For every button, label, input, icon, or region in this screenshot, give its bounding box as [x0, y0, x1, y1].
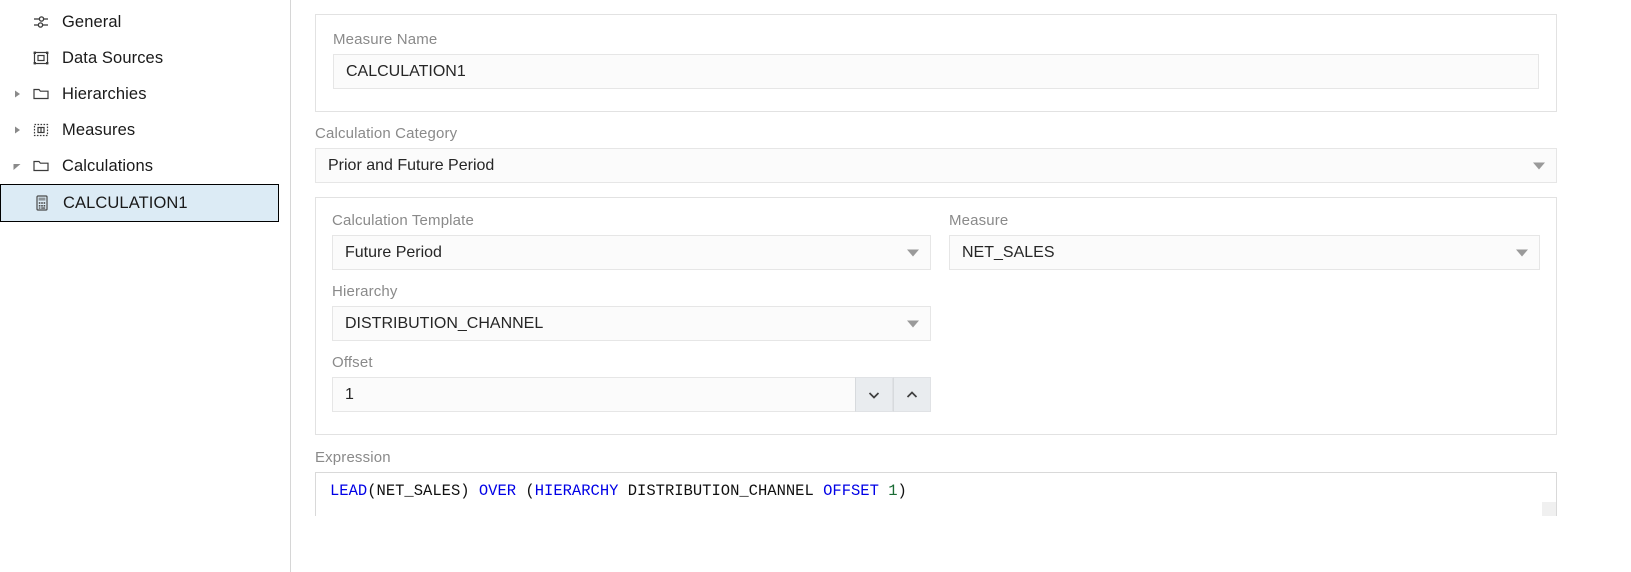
measure-icon [28, 121, 54, 139]
expression-token: HIERARCHY [534, 482, 619, 500]
sliders-icon [28, 13, 54, 31]
hierarchy-value: DISTRIBUTION_CHANNEL [345, 314, 544, 332]
chevron-down-icon [866, 387, 882, 403]
calculator-icon [29, 194, 55, 212]
hierarchy-label: Hierarchy [332, 283, 398, 300]
expression-token: ) [460, 482, 470, 500]
calculation-template-value: Future Period [345, 243, 442, 261]
sidebar-item-label: General [62, 12, 122, 31]
chevron-down-icon[interactable] [6, 161, 28, 171]
offset-label: Offset [332, 354, 373, 371]
template-options-row: Calculation Template Future Period Measu… [332, 212, 1540, 270]
chevron-up-icon [904, 387, 920, 403]
expression-token: ( [525, 482, 535, 500]
chevron-right-icon[interactable] [6, 125, 28, 135]
expression-editor[interactable]: LEAD(NET_SALES) OVER (HIERARCHY DISTRIBU… [315, 472, 1557, 516]
calculation-category-value: Prior and Future Period [328, 156, 495, 174]
sidebar-item-measures[interactable]: Measures [0, 112, 290, 148]
chevron-down-icon[interactable] [907, 320, 919, 327]
template-options-panel: Calculation Template Future Period Measu… [315, 197, 1557, 435]
chevron-right-icon[interactable] [6, 89, 28, 99]
measure-column: Measure NET_SALES [949, 212, 1540, 270]
expression-token: LEAD [330, 482, 368, 500]
sidebar-item-hierarchies[interactable]: Hierarchies [0, 76, 290, 112]
calculation-template-label: Calculation Template [332, 212, 474, 229]
calculation-template-select[interactable]: Future Period [332, 235, 931, 270]
measure-name-panel: Measure Name CALCULATION1 [315, 14, 1557, 112]
folder-icon [28, 85, 54, 103]
measure-value: NET_SALES [962, 243, 1055, 261]
expression-token [814, 482, 823, 500]
expression-token: NET_SALES [376, 482, 461, 500]
sidebar-item-calculations[interactable]: Calculations [0, 148, 290, 184]
expression-label: Expression [315, 449, 391, 466]
datasource-icon [28, 49, 54, 67]
measure-label: Measure [949, 212, 1009, 229]
expression-token: OFFSET [823, 482, 879, 500]
expression-token [516, 482, 525, 500]
folder-icon [28, 157, 54, 175]
expression-token [618, 482, 627, 500]
expression-token [879, 482, 888, 500]
expression-token: ( [367, 482, 377, 500]
chevron-down-icon[interactable] [1533, 162, 1545, 169]
expression-text: LEAD(NET_SALES) OVER (HIERARCHY DISTRIBU… [316, 481, 1556, 501]
offset-column: Offset 1 [332, 354, 1540, 412]
measure-select[interactable]: NET_SALES [949, 235, 1540, 270]
sidebar-item-data-sources[interactable]: Data Sources [0, 40, 290, 76]
expression-token: DISTRIBUTION_CHANNEL [627, 482, 814, 500]
expression-token: 1 [888, 482, 898, 500]
sidebar-item-calculation1[interactable]: CALCULATION1 [0, 184, 279, 222]
sidebar-item-label: CALCULATION1 [63, 193, 188, 212]
sidebar-item-general[interactable]: General [0, 4, 290, 40]
expression-token [470, 482, 479, 500]
measure-name-label: Measure Name [333, 31, 438, 48]
measure-name-input[interactable]: CALCULATION1 [333, 54, 1539, 89]
hierarchy-column: Hierarchy DISTRIBUTION_CHANNEL [332, 283, 931, 341]
chevron-down-icon[interactable] [1516, 249, 1528, 256]
hierarchy-select[interactable]: DISTRIBUTION_CHANNEL [332, 306, 931, 341]
sidebar-item-label: Hierarchies [62, 84, 147, 103]
offset-increment-button[interactable] [893, 377, 931, 412]
chevron-down-icon[interactable] [907, 249, 919, 256]
expression-token: OVER [478, 482, 517, 500]
calculation-category-label: Calculation Category [315, 125, 458, 142]
offset-decrement-button[interactable] [855, 377, 893, 412]
sidebar-item-label: Data Sources [62, 48, 164, 67]
calculation-editor: General Data Sources Hierarchies Measure… [0, 0, 1631, 572]
sidebar-item-label: Calculations [62, 156, 154, 175]
model-tree-sidebar: General Data Sources Hierarchies Measure… [0, 0, 291, 572]
scroll-corner [1542, 502, 1556, 516]
offset-stepper: 1 [332, 377, 931, 412]
expression-token: ) [897, 482, 907, 500]
offset-input[interactable]: 1 [332, 377, 855, 412]
calculation-category-select[interactable]: Prior and Future Period [315, 148, 1557, 183]
calculation-form: Measure Name CALCULATION1 Calculation Ca… [291, 0, 1631, 572]
template-column: Calculation Template Future Period [332, 212, 931, 270]
sidebar-item-label: Measures [62, 120, 136, 139]
